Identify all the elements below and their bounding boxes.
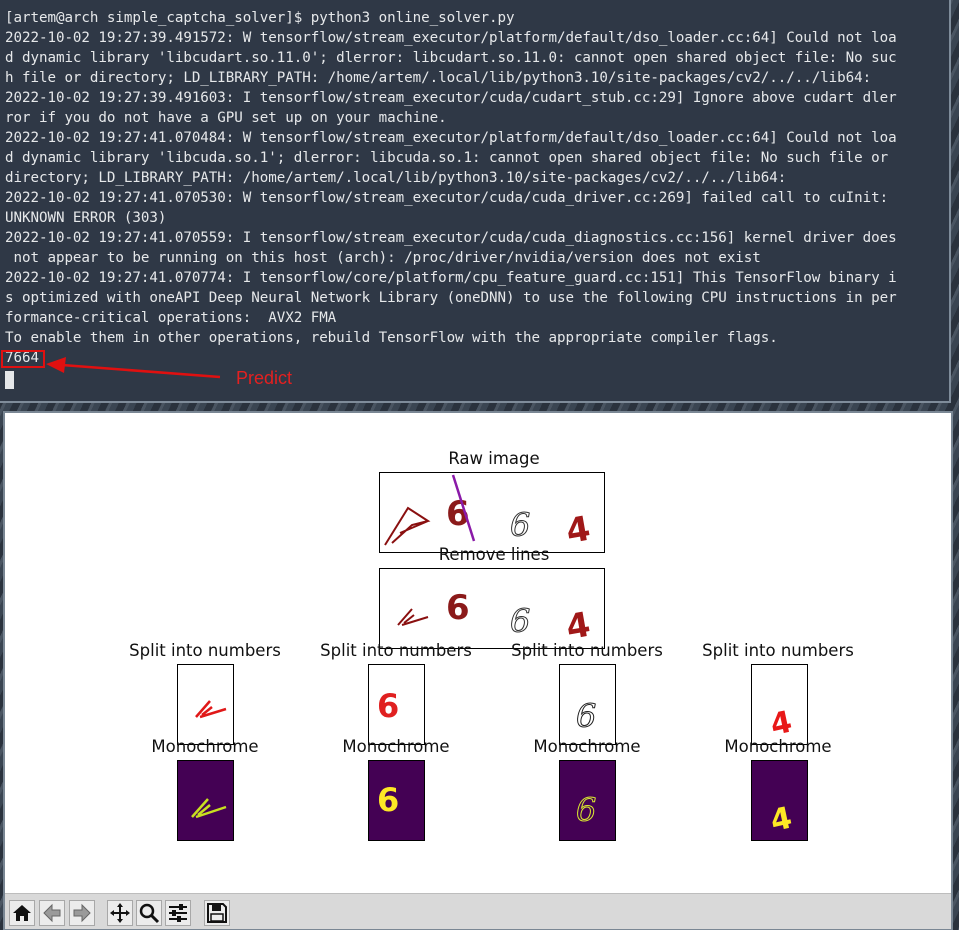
zoom-button[interactable] (136, 900, 162, 926)
split-title-4: Split into numbers (702, 641, 854, 660)
predict-annotation-label: Predict (236, 368, 293, 388)
split-digit-axes-2: 6 (368, 664, 425, 745)
mono-digit-4-image: 4 (767, 800, 795, 839)
mono-title-1: Monochrome (151, 737, 259, 756)
svg-text:6: 6 (377, 687, 399, 725)
cleaned-captcha-image: 6 6 4 (397, 588, 593, 648)
mono-digit-axes-4: 4 (751, 760, 808, 841)
svg-text:6: 6 (576, 791, 596, 829)
matplotlib-window: Raw image 6 6 4 Remove lines 6 6 4 Split… (3, 411, 953, 930)
split-digit-axes-4: 4 (751, 664, 808, 745)
mono-digit-axes-2: 6 (368, 760, 425, 841)
split-digit-1-image (195, 700, 227, 719)
split-title-3: Split into numbers (511, 641, 663, 660)
mono-digit-1-image (191, 798, 227, 819)
split-digit-2-image: 6 (377, 687, 399, 725)
zoom-icon (139, 903, 160, 924)
split-title-2: Split into numbers (320, 641, 472, 660)
home-button[interactable] (9, 900, 35, 926)
svg-text:4: 4 (563, 509, 593, 553)
svg-text:6: 6 (446, 588, 470, 628)
mono-digit-axes-1 (177, 760, 234, 841)
terminal-output: [artem@arch simple_captcha_solver]$ pyth… (5, 10, 897, 366)
raw-image-title: Raw image (448, 449, 540, 468)
terminal-window[interactable]: [artem@arch simple_captcha_solver]$ pyth… (0, 0, 951, 403)
split-digit-axes-1 (177, 664, 234, 745)
split-digit-4-image: 4 (767, 704, 795, 743)
mono-digit-3-image: 6 (576, 791, 597, 830)
remove-lines-axes: 6 6 4 (379, 568, 605, 649)
svg-text:4: 4 (767, 800, 795, 839)
mono-title-4: Monochrome (724, 737, 832, 756)
terminal-cursor (5, 371, 14, 389)
remove-lines-title: Remove lines (438, 545, 550, 564)
home-icon (13, 905, 31, 921)
navigation-toolbar (5, 893, 951, 929)
annotation-arrow-icon (46, 357, 221, 379)
figure-canvas[interactable]: Raw image 6 6 4 Remove lines 6 6 4 Split… (7, 415, 951, 893)
pan-button[interactable] (107, 900, 133, 926)
raw-image-axes: 6 6 4 (379, 472, 605, 553)
split-digit-3-image: 6 (576, 697, 597, 736)
mono-title-3: Monochrome (533, 737, 641, 756)
prediction-highlight-box (1, 350, 45, 368)
raw-captcha-image: 6 6 4 (384, 474, 593, 553)
mono-digit-2-image: 6 (377, 781, 399, 819)
svg-text:6: 6 (576, 697, 596, 735)
svg-text:6: 6 (510, 602, 530, 640)
configure-icon (169, 904, 187, 922)
save-button[interactable] (204, 900, 230, 926)
svg-text:6: 6 (377, 781, 399, 819)
back-icon (43, 903, 61, 923)
svg-text:6: 6 (510, 506, 530, 544)
split-title-1: Split into numbers (129, 641, 281, 660)
mono-digit-axes-3: 6 (559, 760, 616, 841)
save-icon (207, 903, 227, 923)
forward-icon (73, 903, 91, 923)
pan-icon (110, 903, 130, 923)
split-digit-axes-3: 6 (559, 664, 616, 745)
mono-title-2: Monochrome (342, 737, 450, 756)
configure-subplots-button[interactable] (165, 900, 191, 926)
forward-button[interactable] (69, 900, 95, 926)
back-button[interactable] (39, 900, 65, 926)
